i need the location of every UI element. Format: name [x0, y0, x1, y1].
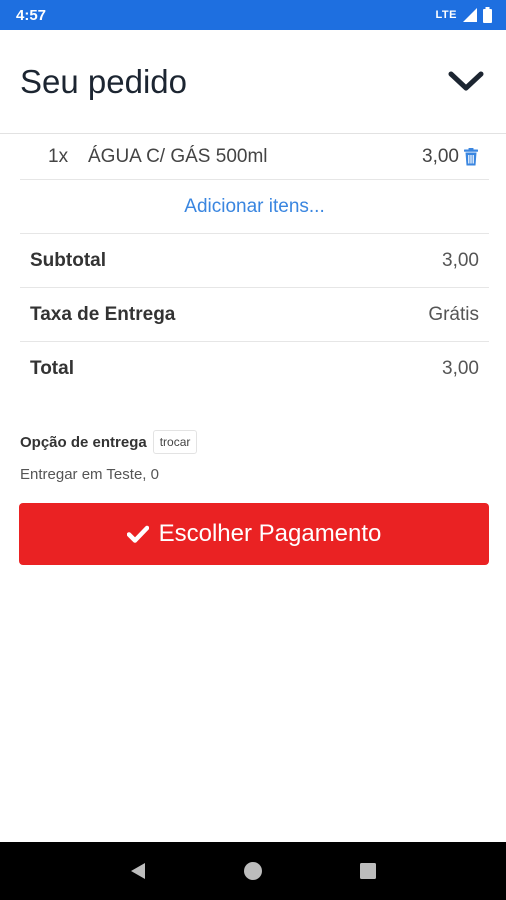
nav-back-button[interactable] — [126, 859, 150, 883]
signal-icon — [463, 8, 477, 22]
delivery-option-line: Opção de entrega trocar — [20, 430, 489, 454]
subtotal-label: Subtotal — [30, 249, 106, 271]
order-content: 1x ÁGUA C/ GÁS 500ml 3,00 Adicionar iten… — [20, 134, 489, 483]
back-triangle-icon — [130, 863, 145, 879]
delivery-fee-row: Taxa de Entrega Grátis — [20, 288, 489, 342]
choose-payment-label: Escolher Pagamento — [158, 520, 382, 547]
delivery-fee-value: Grátis — [428, 303, 479, 325]
item-name: ÁGUA C/ GÁS 500ml — [88, 145, 268, 167]
subtotal-value: 3,00 — [442, 249, 479, 271]
nav-home-button[interactable] — [241, 859, 265, 883]
total-value: 3,00 — [442, 358, 479, 379]
header: Seu pedido — [0, 30, 506, 134]
add-items-link[interactable]: Adicionar itens... — [184, 196, 324, 218]
order-item: 1x ÁGUA C/ GÁS 500ml 3,00 — [20, 134, 489, 180]
choose-payment-button[interactable]: Escolher Pagamento — [19, 503, 489, 565]
delivery-fee-label: Taxa de Entrega — [30, 303, 176, 325]
item-quantity: 1x — [48, 145, 69, 167]
total-row: Total 3,00 — [20, 342, 489, 396]
status-bar: 4:57 LTE — [0, 0, 506, 30]
trash-icon[interactable] — [463, 147, 479, 166]
page-title: Seu pedido — [20, 62, 187, 100]
check-icon — [126, 525, 149, 543]
network-type: LTE — [435, 9, 457, 21]
status-time: 4:57 — [16, 6, 47, 24]
delivery-section: Opção de entrega trocar Entregar em Test… — [20, 430, 489, 483]
status-indicators: LTE — [436, 7, 492, 23]
delivery-address: Entregar em Teste, 0 — [20, 466, 159, 483]
item-price: 3,00 — [422, 145, 459, 167]
change-delivery-button[interactable]: trocar — [152, 430, 198, 454]
total-label: Total — [30, 358, 74, 379]
item-price-group: 3,00 — [422, 146, 489, 168]
battery-icon — [483, 7, 492, 23]
chevron-down-icon — [448, 71, 484, 90]
navigation-bar — [0, 842, 506, 900]
nav-recents-button[interactable] — [356, 859, 380, 883]
home-circle-icon — [243, 862, 262, 880]
add-items-row: Adicionar itens... — [20, 180, 489, 234]
collapse-button[interactable] — [446, 62, 486, 102]
subtotal-row: Subtotal 3,00 — [20, 234, 489, 288]
recents-square-icon — [360, 863, 377, 879]
delivery-option-label: Opção de entrega — [20, 433, 147, 451]
